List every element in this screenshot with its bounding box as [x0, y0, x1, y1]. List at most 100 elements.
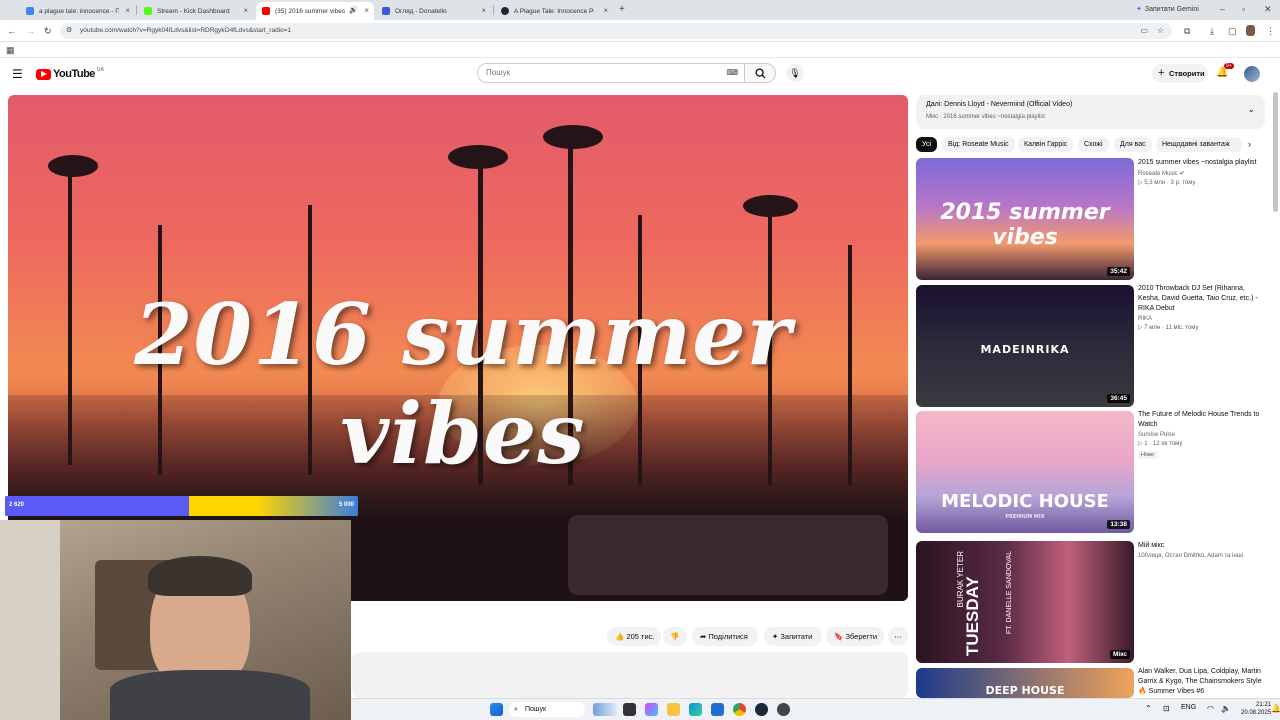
- like-button[interactable]: 👍 205 тис.: [607, 627, 661, 646]
- video-info[interactable]: 2010 Throwback DJ Set (Rihanna, Kesha, D…: [1138, 284, 1268, 331]
- page-scrollbar[interactable]: [1273, 92, 1278, 212]
- description-box[interactable]: [352, 652, 908, 698]
- gemini-button[interactable]: ✦ Запитати Gemini: [1136, 5, 1199, 14]
- video-thumbnail[interactable]: TUESDAY BURAK YETER FT. DANELLE SANDOVAL…: [916, 541, 1134, 663]
- tray-chevron-icon[interactable]: ⌃: [1145, 704, 1152, 713]
- speaker-icon[interactable]: 🔊: [349, 6, 358, 14]
- reload-icon[interactable]: ↻: [44, 26, 52, 36]
- browser-tab-active[interactable]: (35) 2016 summer vibes ~n 🔊 ×: [256, 2, 374, 20]
- close-window-icon[interactable]: ✕: [1264, 4, 1272, 14]
- video-info[interactable]: The Future of Melodic House Trends to Wa…: [1138, 410, 1268, 459]
- widgets-icon[interactable]: [593, 703, 617, 716]
- video-title: Мій мікс: [1138, 542, 1165, 549]
- search-button[interactable]: [744, 63, 776, 83]
- profile-sync-icon[interactable]: ▢: [1228, 26, 1237, 36]
- browser-tab[interactable]: Stream - Kick Dashboard ×: [138, 2, 253, 20]
- share-button[interactable]: ➦ Поділитися: [692, 627, 758, 646]
- notifications-button[interactable]: 🔔 9+: [1216, 63, 1234, 78]
- hamburger-menu-icon[interactable]: ☰: [12, 67, 23, 81]
- obs-icon[interactable]: [777, 703, 790, 716]
- video-thumbnail[interactable]: MADEINRIKA 36:45: [916, 285, 1134, 407]
- chip-recent-uploads[interactable]: Нещодавні завантаж: [1156, 137, 1242, 152]
- save-button[interactable]: 🔖 Зберегти: [826, 627, 884, 646]
- close-icon[interactable]: ×: [243, 6, 248, 15]
- back-icon[interactable]: ←: [7, 26, 16, 36]
- up-next-title: Далі: Dennis Lloyd - Nevermind (Official…: [926, 101, 1073, 108]
- close-icon[interactable]: ×: [364, 6, 369, 15]
- youtube-play-logo-icon: [36, 68, 51, 80]
- download-icon[interactable]: ⤓: [1210, 26, 1214, 36]
- browser-tab[interactable]: Огляд - Donatello ×: [376, 2, 491, 20]
- extensions-icon[interactable]: ⧉: [1184, 26, 1190, 36]
- video-thumbnail[interactable]: 2015 summer vibes 35:42: [916, 158, 1134, 280]
- bookmarks-bar: ▦: [0, 42, 1280, 58]
- task-view-icon[interactable]: [623, 703, 636, 716]
- volume-icon[interactable]: 🔈: [1221, 704, 1231, 713]
- ask-button[interactable]: ✦ Запитати: [764, 627, 822, 646]
- close-icon[interactable]: ×: [125, 6, 130, 15]
- cast-icon[interactable]: ▭: [1140, 23, 1148, 39]
- search-input[interactable]: Пошук ⌨: [477, 63, 745, 83]
- maximize-icon[interactable]: ▫: [1242, 4, 1245, 14]
- copilot-icon[interactable]: [645, 703, 658, 716]
- voice-search-button[interactable]: 🎙: [786, 64, 804, 82]
- taskbar-search[interactable]: ⌕ Пошук: [509, 702, 585, 717]
- edge-icon[interactable]: [689, 703, 702, 716]
- more-actions-button[interactable]: ⋯: [888, 627, 908, 646]
- language-indicator[interactable]: ENG: [1181, 704, 1196, 711]
- youtube-logo-text: YouTube: [53, 68, 95, 80]
- steam-icon[interactable]: [755, 703, 768, 716]
- tab-label: Огляд - Donatello: [395, 7, 447, 15]
- tab-label: Stream - Kick Dashboard: [157, 7, 230, 15]
- address-bar[interactable]: ⚙ youtube.com/watch?v=Rgyk04fLdvs&list=R…: [60, 23, 1172, 39]
- new-tab-icon[interactable]: +: [619, 5, 625, 15]
- site-info-icon[interactable]: ⚙: [66, 23, 72, 39]
- plus-icon: +: [1158, 67, 1165, 79]
- extension-avatar-icon[interactable]: [1246, 25, 1255, 36]
- browser-tab[interactable]: A Plague Tale: Innocence Price ×: [495, 2, 613, 20]
- minimize-icon[interactable]: –: [1220, 4, 1225, 14]
- close-icon[interactable]: ×: [481, 6, 486, 15]
- webcam-overlay: [0, 520, 351, 720]
- clock[interactable]: 21:21 20.08.2025: [1241, 701, 1271, 717]
- video-thumbnail[interactable]: DEEP HOUSE: [916, 668, 1134, 698]
- mix-badge: Мікс: [1109, 650, 1130, 659]
- chevron-down-icon[interactable]: ⌄: [1247, 104, 1255, 115]
- gemini-label: Запитати Gemini: [1144, 5, 1199, 13]
- save-label: Зберегти: [845, 632, 878, 641]
- video-info[interactable]: Мій мікс 100лиця, Остап Dmitrko, Adam та…: [1138, 541, 1268, 559]
- menu-dots-icon[interactable]: ⋮: [1266, 26, 1275, 36]
- dislike-button[interactable]: 👎: [663, 627, 687, 646]
- forward-icon[interactable]: →: [26, 26, 35, 36]
- microphone-icon: 🎙: [789, 68, 801, 78]
- youtube-logo[interactable]: YouTube UA: [36, 67, 104, 80]
- keyboard-icon[interactable]: ⌨: [726, 64, 738, 82]
- video-meta: ▷ 5,3 млн · 3 р. тому: [1138, 180, 1196, 186]
- thumbnail-subtext: BURAK YETER: [956, 551, 965, 608]
- bookmark-star-icon[interactable]: ☆: [1157, 23, 1164, 39]
- video-title: The Future of Melodic House Trends to Wa…: [1138, 411, 1260, 428]
- store-icon[interactable]: [711, 703, 724, 716]
- video-info[interactable]: 2015 summer vibes ~nostalgia playlist Ro…: [1138, 158, 1268, 186]
- video-info[interactable]: Alan Walker, Dua Lipa, Coldplay, Martin …: [1138, 667, 1268, 697]
- video-thumbnail[interactable]: MELODIC HOUSE PREMIUM MIX 13:38: [916, 411, 1134, 533]
- chrome-icon[interactable]: [733, 703, 746, 716]
- create-button[interactable]: + Створити: [1152, 64, 1208, 83]
- region-code: UA: [96, 67, 104, 73]
- file-explorer-icon[interactable]: [667, 703, 680, 716]
- notifications-tray-icon[interactable]: 🔔: [1271, 704, 1280, 713]
- chip-for-you[interactable]: Для вас: [1114, 137, 1152, 152]
- browser-tab[interactable]: a plague tale: innocence - Пош ×: [20, 2, 135, 20]
- windows-start-icon[interactable]: [490, 703, 503, 716]
- chip-calvin-harris[interactable]: Калвін Гарріс: [1018, 137, 1074, 152]
- up-next-panel[interactable]: Далі: Dennis Lloyd - Nevermind (Official…: [916, 95, 1265, 129]
- chip-all[interactable]: Усі: [916, 137, 938, 152]
- wifi-icon[interactable]: ◠: [1207, 704, 1214, 713]
- apps-grid-icon[interactable]: ▦: [6, 45, 15, 55]
- chip-from-channel[interactable]: Від: Roseate Music: [942, 137, 1015, 152]
- chevron-right-icon[interactable]: ›: [1248, 139, 1251, 149]
- chip-similar[interactable]: Схожі: [1078, 137, 1109, 152]
- avatar[interactable]: [1244, 66, 1260, 82]
- network-tray-icon[interactable]: ⊡: [1163, 704, 1170, 713]
- close-icon[interactable]: ×: [603, 6, 608, 15]
